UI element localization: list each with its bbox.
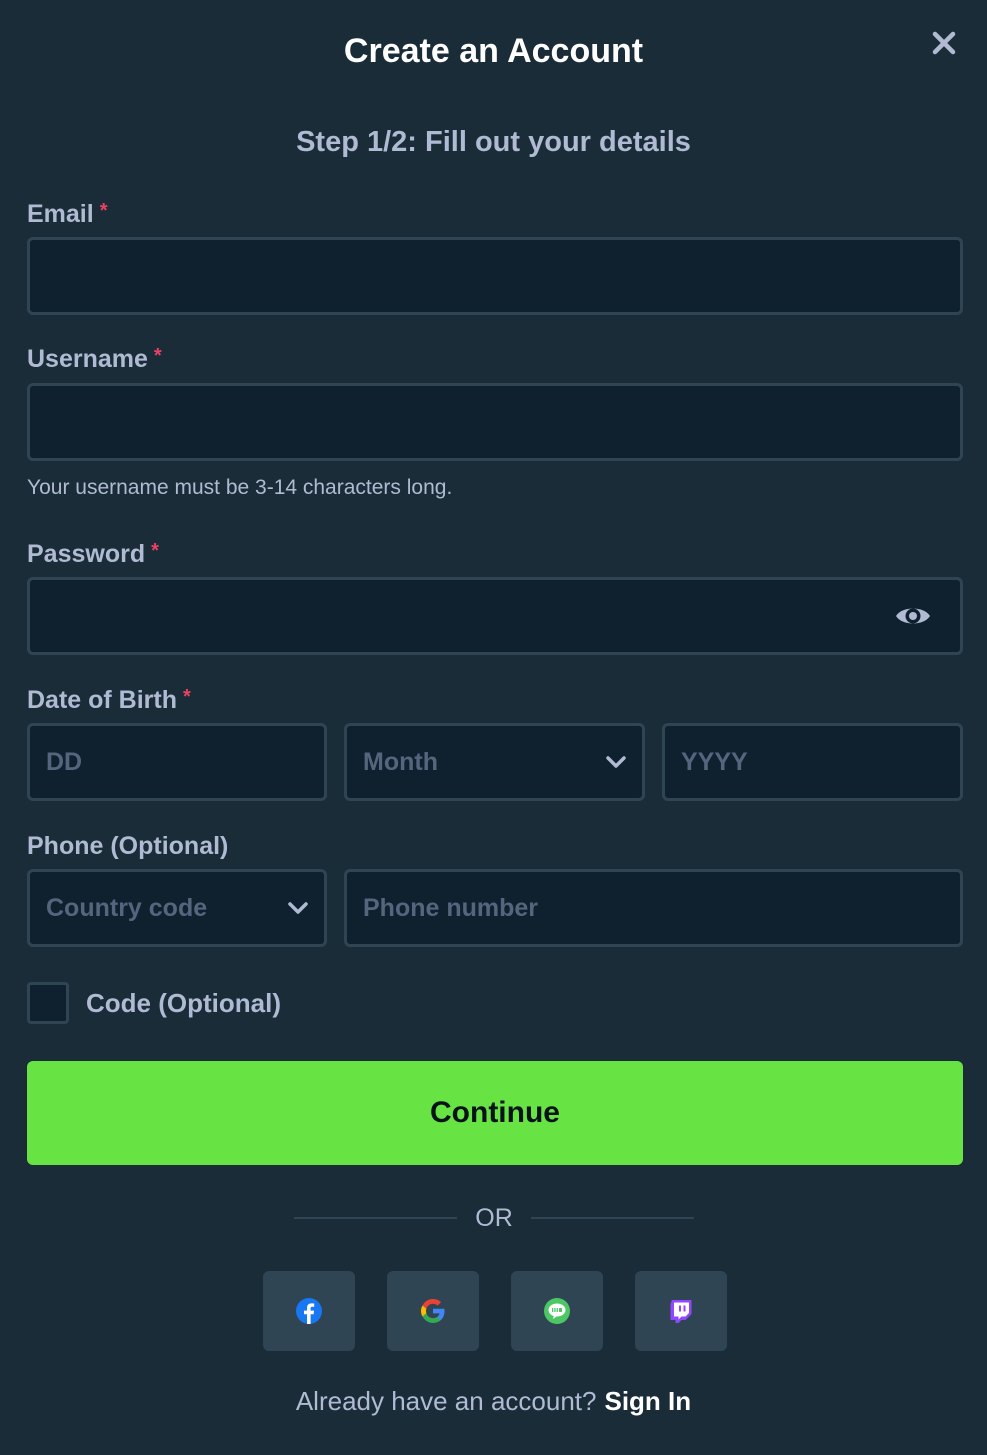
or-divider: OR <box>294 1198 694 1238</box>
eye-icon <box>896 608 930 624</box>
chevron-down-icon <box>288 902 308 914</box>
signin-prompt: Already have an account? <box>295 1386 597 1416</box>
email-field-wrapper <box>27 237 963 315</box>
divider-line <box>294 1217 458 1219</box>
required-marker: * <box>183 686 191 708</box>
password-label: Password * <box>27 540 159 568</box>
username-field-wrapper <box>27 383 963 461</box>
dob-year-input[interactable] <box>665 726 960 798</box>
phone-number-input[interactable] <box>347 872 960 944</box>
email-field[interactable] <box>30 240 960 312</box>
toggle-password-visibility-button[interactable] <box>894 601 932 631</box>
code-checkbox[interactable] <box>27 982 69 1024</box>
country-code-select[interactable]: Country code <box>27 869 327 947</box>
google-login-button[interactable] <box>387 1271 479 1351</box>
sign-in-link[interactable]: Sign In <box>604 1386 691 1416</box>
or-text: OR <box>475 1203 513 1232</box>
dob-day-wrapper <box>27 723 327 801</box>
chevron-down-icon <box>606 756 626 768</box>
google-icon <box>421 1299 445 1323</box>
line-login-button[interactable] <box>511 1271 603 1351</box>
country-code-value: Country code <box>46 893 208 922</box>
dob-day-input[interactable] <box>30 726 324 798</box>
phone-number-wrapper <box>344 869 963 947</box>
facebook-icon <box>296 1298 322 1324</box>
modal-title: Create an Account <box>343 32 644 70</box>
password-field[interactable] <box>30 580 960 652</box>
line-icon <box>544 1298 570 1324</box>
close-button[interactable] <box>927 26 961 60</box>
signin-row: Already have an account? Sign In <box>0 1386 987 1417</box>
dob-label: Date of Birth * <box>27 686 191 714</box>
close-icon <box>932 31 956 55</box>
continue-button[interactable]: Continue <box>27 1061 963 1165</box>
username-hint: Your username must be 3-14 characters lo… <box>27 476 453 499</box>
dob-year-wrapper <box>662 723 963 801</box>
step-indicator: Step 1/2: Fill out your details <box>296 126 691 158</box>
twitch-login-button[interactable] <box>635 1271 727 1351</box>
username-label: Username * <box>27 345 162 373</box>
dob-month-select[interactable]: Month <box>344 723 645 801</box>
phone-label: Phone (Optional) <box>27 832 229 860</box>
create-account-modal: Create an Account Step 1/2: Fill out you… <box>0 0 987 1455</box>
code-checkbox-label: Code (Optional) <box>86 988 281 1018</box>
password-field-wrapper <box>27 577 963 655</box>
required-marker: * <box>99 200 108 222</box>
twitch-icon <box>670 1300 692 1323</box>
required-marker: * <box>153 345 162 367</box>
username-field[interactable] <box>30 386 960 458</box>
email-label: Email * <box>27 200 108 228</box>
dob-month-value: Month <box>363 747 438 776</box>
required-marker: * <box>151 540 159 562</box>
facebook-login-button[interactable] <box>263 1271 355 1351</box>
divider-line <box>530 1217 694 1219</box>
